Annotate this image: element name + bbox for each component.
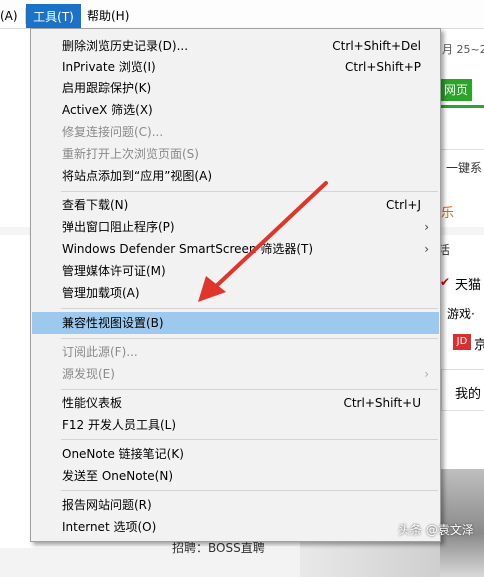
menu-item-label: 启用跟踪保护(K): [62, 81, 152, 95]
menu-item-internet-options[interactable]: Internet 选项(O): [32, 516, 439, 538]
tools-dropdown-menu: 删除浏览历史记录(D)... Ctrl+Shift+Del InPrivate …: [30, 28, 441, 542]
menu-item-view-downloads[interactable]: 查看下载(N) Ctrl+J: [32, 194, 439, 216]
onekey-link[interactable]: 一键系: [446, 159, 482, 176]
menu-edit[interactable]: (A): [0, 6, 26, 26]
menu-item-label: F12 开发人员工具(L): [62, 418, 177, 432]
menu-item-label: 重新打开上次浏览页面(S): [62, 147, 199, 161]
menu-item-label: 删除浏览历史记录(D)...: [62, 39, 189, 53]
menu-item-label: Windows Defender SmartScreen 筛选器(T): [62, 242, 314, 256]
menu-tools[interactable]: 工具(T): [26, 4, 81, 28]
menu-bar: (A) 工具(T) 帮助(H): [0, 0, 484, 29]
menu-item-performance-dashboard[interactable]: 性能仪表板 Ctrl+Shift+U: [32, 392, 439, 414]
music-link[interactable]: 乐: [441, 202, 454, 221]
menu-separator: [61, 490, 438, 491]
menu-item-add-to-apps[interactable]: 将站点添加到“应用”视图(A): [32, 165, 439, 187]
menu-item-tracking-protection[interactable]: 启用跟踪保护(K): [32, 77, 439, 99]
menu-item-send-to-onenote[interactable]: 发送至 OneNote(N): [32, 465, 439, 487]
menu-item-manage-addons[interactable]: 管理加载项(A): [32, 282, 439, 304]
weather-text: 月 25~29°: [442, 43, 484, 56]
menu-help[interactable]: 帮助(H): [87, 6, 137, 26]
menu-item-activex-filter[interactable]: ActiveX 筛选(X): [32, 99, 439, 121]
menu-item-report-problems[interactable]: 报告网站问题(R): [32, 494, 439, 516]
game-link[interactable]: 游戏·: [447, 305, 475, 322]
menu-separator: [61, 389, 438, 390]
search-bar-line: [440, 105, 484, 108]
menu-item-label: 查看下载(N): [62, 198, 129, 212]
menu-item-inprivate[interactable]: InPrivate 浏览(I) Ctrl+Shift+P: [32, 56, 439, 78]
chevron-right-icon: ›: [424, 367, 429, 381]
menu-separator: [61, 191, 438, 192]
menu-item-reopen-session[interactable]: 重新打开上次浏览页面(S): [32, 143, 439, 165]
tmall-icon: ✔: [440, 275, 451, 289]
menu-item-label: 报告网站问题(R): [62, 498, 152, 512]
chevron-right-icon: ›: [424, 220, 429, 234]
my-link[interactable]: 我的: [455, 383, 481, 402]
menu-item-subscribe-feed[interactable]: 订阅此源(F)...: [32, 341, 439, 363]
menu-item-shortcut: Ctrl+J: [386, 198, 421, 212]
menu-item-label: 管理加载项(A): [62, 286, 140, 300]
menu-separator: [61, 338, 438, 339]
menu-item-label: 管理媒体许可证(M): [62, 264, 166, 278]
menu-item-delete-history[interactable]: 删除浏览历史记录(D)... Ctrl+Shift+Del: [32, 35, 439, 57]
menu-item-onenote-linked-notes[interactable]: OneNote 链接笔记(K): [32, 443, 439, 465]
menu-item-f12-devtools[interactable]: F12 开发人员工具(L): [32, 414, 439, 436]
menu-item-label: 发送至 OneNote(N): [62, 469, 173, 483]
menu-item-label: 订阅此源(F)...: [62, 345, 138, 359]
menu-item-shortcut: Ctrl+Shift+Del: [332, 39, 421, 53]
menu-item-label: 兼容性视图设置(B): [62, 316, 164, 330]
webpage-tab-button[interactable]: 网页: [440, 79, 472, 101]
menu-item-label: Internet 选项(O): [62, 520, 157, 534]
menu-item-shortcut: Ctrl+Shift+U: [343, 396, 421, 410]
menu-item-label: InPrivate 浏览(I): [62, 60, 156, 74]
menu-separator: [61, 439, 438, 440]
menu-item-label: 弹出窗口阻止程序(P): [62, 220, 175, 234]
tmall-link[interactable]: 天猫: [455, 274, 481, 293]
menu-item-media-licenses[interactable]: 管理媒体许可证(M): [32, 260, 439, 282]
menu-item-label: ActiveX 筛选(X): [62, 103, 153, 117]
jd-link[interactable]: 京: [474, 334, 484, 353]
divider: [440, 149, 484, 150]
menu-item-label: 性能仪表板: [62, 396, 123, 410]
menu-item-feed-discovery[interactable]: 源发现(E) ›: [32, 363, 439, 385]
menu-item-popup-blocker[interactable]: 弹出窗口阻止程序(P) ›: [32, 216, 439, 238]
menu-item-fix-connection[interactable]: 修复连接问题(C)...: [32, 121, 439, 143]
menu-item-compatibility-view[interactable]: 兼容性视图设置(B): [32, 312, 439, 334]
jd-icon: JD: [453, 334, 471, 350]
menu-item-smartscreen[interactable]: Windows Defender SmartScreen 筛选器(T) ›: [32, 238, 439, 260]
menu-item-label: 将站点添加到“应用”视图(A): [62, 169, 213, 183]
menu-item-label: 源发现(E): [62, 367, 115, 381]
menu-item-label: 修复连接问题(C)...: [62, 125, 164, 139]
chevron-right-icon: ›: [424, 242, 429, 256]
menu-separator: [61, 308, 438, 309]
menu-item-shortcut: Ctrl+Shift+P: [345, 60, 421, 74]
watermark-text: 头条 @袁文泽: [398, 523, 474, 537]
menu-item-label: OneNote 链接笔记(K): [62, 447, 184, 461]
